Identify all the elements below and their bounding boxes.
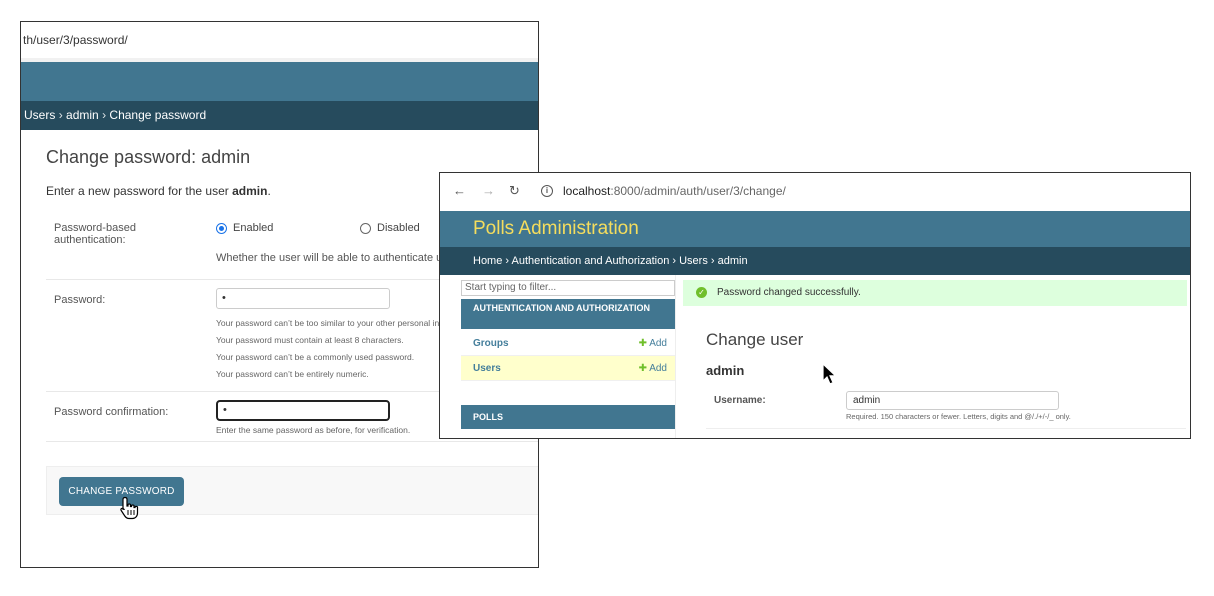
- sidebar-item-users[interactable]: Users ✚ Add: [461, 356, 675, 381]
- auth-disabled-label[interactable]: Disabled: [377, 222, 420, 234]
- sidebar-item-label[interactable]: Groups: [473, 338, 509, 349]
- auth-enabled-label[interactable]: Enabled: [233, 222, 273, 234]
- password-confirm-help: Enter the same password as before, for v…: [216, 425, 411, 435]
- field-divider: [706, 428, 1186, 429]
- address-bar[interactable]: th/user/3/password/: [21, 22, 538, 58]
- main-content: ✓ Password changed successfully. Change …: [676, 275, 1190, 438]
- auth-label: Password-based authentication:: [54, 222, 136, 246]
- sidebar-item-groups[interactable]: Groups ✚ Add: [461, 331, 675, 356]
- breadcrumb-admin-link[interactable]: admin: [66, 108, 99, 122]
- intro-suffix: .: [267, 184, 271, 198]
- breadcrumb: Users › admin › Change password: [21, 101, 538, 130]
- username-help: Required. 150 characters or fewer. Lette…: [846, 412, 1071, 421]
- back-arrow-icon[interactable]: ←: [453, 183, 466, 198]
- mouse-pointer-icon: [822, 363, 838, 385]
- add-icon: ✚: [638, 338, 647, 349]
- browser-toolbar: ← → ↻ i localhost:8000/admin/auth/user/3…: [440, 173, 1190, 211]
- add-icon: ✚: [638, 363, 647, 374]
- username-input[interactable]: admin: [846, 391, 1059, 410]
- breadcrumb-separator: ›: [672, 255, 677, 267]
- add-user-link[interactable]: ✚ Add: [639, 356, 667, 381]
- intro-text: Enter a new password for the user: [46, 184, 233, 198]
- password-help-2: Your password must contain at least 8 ch…: [216, 335, 404, 345]
- page-title: Change password: admin: [46, 147, 251, 167]
- success-message: ✓ Password changed successfully.: [683, 280, 1187, 306]
- success-message-text: Password changed successfully.: [717, 287, 861, 298]
- admin-header: [21, 62, 538, 101]
- checkmark-icon: ✓: [696, 287, 707, 298]
- intro-username: admin: [232, 184, 268, 198]
- address-bar[interactable]: localhost:8000/admin/auth/user/3/change/: [563, 184, 786, 198]
- auth-disabled-radio[interactable]: [360, 223, 371, 234]
- forward-arrow-icon[interactable]: →: [482, 183, 495, 198]
- breadcrumb-home-link[interactable]: Home: [473, 255, 502, 267]
- password-confirm-label: Password confirmation:: [54, 406, 169, 418]
- nav-filter-input[interactable]: Start typing to filter...: [461, 280, 675, 296]
- add-label: Add: [649, 338, 667, 349]
- reload-icon[interactable]: ↻: [509, 183, 520, 199]
- password-help-4: Your password can’t be entirely numeric.: [216, 369, 369, 379]
- breadcrumb-users-link[interactable]: Users: [24, 108, 55, 122]
- url-host: localhost: [563, 184, 611, 198]
- admin-header: Polls Administration: [440, 211, 1190, 247]
- page-title: Change user: [706, 330, 804, 349]
- breadcrumb-separator: ›: [102, 108, 107, 122]
- password-input[interactable]: •: [216, 288, 390, 309]
- module-auth-header[interactable]: AUTHENTICATION AND AUTHORIZATION: [461, 299, 675, 329]
- add-label: Add: [649, 363, 667, 374]
- page-intro: Enter a new password for the user admin.: [46, 184, 271, 198]
- nav-sidebar: Start typing to filter... AUTHENTICATION…: [440, 275, 676, 438]
- site-brand[interactable]: Polls Administration: [473, 218, 639, 240]
- breadcrumb-separator: ›: [710, 255, 715, 267]
- breadcrumb-current: admin: [717, 255, 748, 267]
- breadcrumb-current: Change password: [109, 108, 207, 122]
- object-name: admin: [706, 363, 745, 378]
- change-user-window: ← → ↻ i localhost:8000/admin/auth/user/3…: [439, 172, 1191, 439]
- breadcrumb-users-link[interactable]: Users: [679, 255, 708, 267]
- password-label: Password:: [54, 294, 106, 306]
- breadcrumb-auth-link[interactable]: Authentication and Authorization: [512, 255, 670, 267]
- site-info-icon[interactable]: i: [541, 185, 553, 197]
- auth-enabled-radio[interactable]: [216, 223, 227, 234]
- password-help-3: Your password can’t be a commonly used p…: [216, 352, 415, 362]
- password-confirm-input[interactable]: •: [216, 400, 390, 421]
- url-path: :8000/admin/auth/user/3/change/: [610, 184, 786, 198]
- breadcrumb-separator: ›: [505, 255, 510, 267]
- auth-help: Whether the user will be able to authent…: [216, 252, 463, 264]
- password-help-1: Your password can’t be too similar to yo…: [216, 318, 447, 328]
- breadcrumb: Home › Authentication and Authorization …: [440, 247, 1190, 275]
- sidebar-item-label[interactable]: Users: [473, 363, 501, 374]
- breadcrumb-separator: ›: [58, 108, 63, 122]
- add-group-link[interactable]: ✚ Add: [639, 331, 667, 356]
- username-label: Username:: [714, 395, 766, 406]
- module-polls-header[interactable]: POLLS: [461, 405, 675, 429]
- hand-pointer-icon: [120, 496, 139, 520]
